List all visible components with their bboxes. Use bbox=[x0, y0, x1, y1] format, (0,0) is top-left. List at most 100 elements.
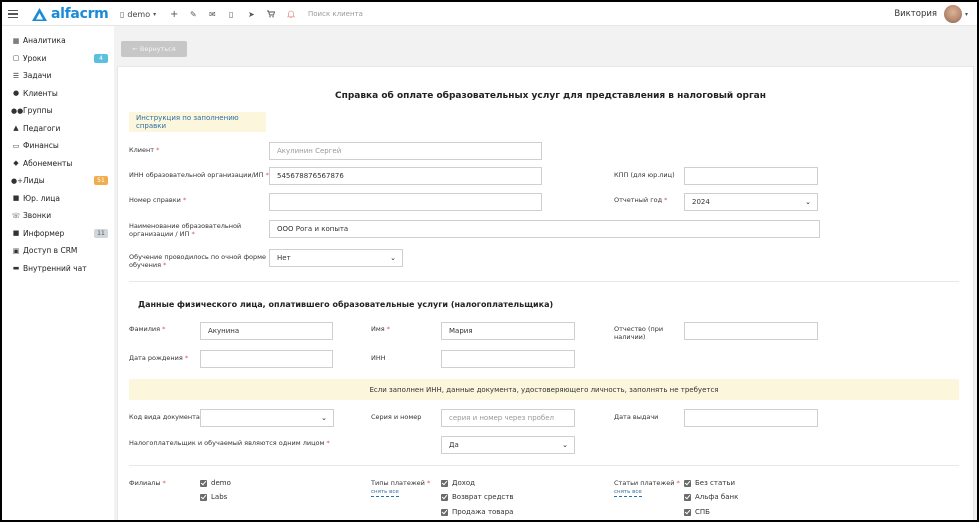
instruction-link[interactable]: Инструкция по заполнению справки bbox=[129, 112, 266, 132]
inn-field[interactable] bbox=[441, 350, 575, 368]
series-label: Серия и номер bbox=[371, 413, 422, 421]
sidebar-item-finance[interactable]: ▭ Финансы bbox=[2, 137, 114, 155]
fulltime-select[interactable]: Нет ⌄ bbox=[269, 249, 403, 267]
certificate-form: Справка об оплате образовательных услуг … bbox=[117, 66, 974, 520]
menu-icon[interactable] bbox=[8, 2, 18, 26]
client-field[interactable]: Акулинин Сергей bbox=[269, 142, 542, 160]
inn-notice: Если заполнен ИНН, данные документа, удо… bbox=[129, 379, 959, 400]
sidebar-item-label: Клиенты bbox=[23, 88, 58, 98]
sidebar-item-label: Задачи bbox=[23, 71, 52, 81]
checkbox-checked-icon bbox=[441, 508, 448, 516]
payment-items-label: Статьи платежей * bbox=[614, 479, 680, 487]
middlename-field[interactable] bbox=[684, 322, 818, 340]
fulltime-value: Нет bbox=[277, 254, 291, 262]
fulltime-label: Обучение проводилось по очной форме обуче… bbox=[129, 253, 267, 269]
informer-icon: ■ bbox=[12, 229, 20, 238]
sidebar-item-crm-access[interactable]: ▣ Доступ в CRM bbox=[2, 242, 114, 260]
sidebar-item-teachers[interactable]: ▲ Педагоги bbox=[2, 120, 114, 138]
sidebar-item-label: Информер bbox=[23, 228, 65, 238]
envelope-icon[interactable]: ✉ bbox=[209, 2, 216, 26]
sidebar-item-subscriptions[interactable]: ◆ Абонементы bbox=[2, 155, 114, 173]
sidebar-item-legal-entities[interactable]: ■ Юр. лица bbox=[2, 190, 114, 208]
sidebar-item-clients[interactable]: ● Клиенты bbox=[2, 85, 114, 103]
sidebar-item-label: Лиды bbox=[23, 176, 45, 186]
user-menu[interactable]: Виктория bbox=[894, 2, 937, 26]
sidebar: ▦ Аналитика ▢ Уроки 4 ☰ Задачи ● Клиенты… bbox=[2, 32, 114, 277]
bell-icon[interactable] bbox=[287, 2, 295, 26]
logo-text: alfacrm bbox=[51, 6, 109, 22]
client-search-input[interactable]: Поиск клиента bbox=[308, 10, 363, 18]
payment-item-checkbox[interactable]: Без статьи bbox=[684, 478, 735, 488]
checkbox-checked-icon bbox=[441, 493, 448, 501]
sidebar-item-informer[interactable]: ■ Информер 11 bbox=[2, 225, 114, 243]
sidebar-item-groups[interactable]: ●● Группы bbox=[2, 102, 114, 120]
sidebar-item-label: Педагоги bbox=[23, 123, 61, 133]
send-icon[interactable]: ➤ bbox=[248, 2, 255, 26]
cert-number-field[interactable] bbox=[269, 193, 542, 211]
branch-name: demo bbox=[127, 9, 151, 19]
graduation-cap-icon: ▲ bbox=[13, 124, 19, 133]
checkbox-checked-icon bbox=[684, 508, 691, 516]
kpp-field[interactable] bbox=[684, 167, 818, 185]
payment-types-label: Типы платежей * bbox=[371, 479, 431, 487]
payment-items-uncheck-all[interactable]: снять все bbox=[614, 489, 642, 497]
add-icon[interactable]: + bbox=[170, 2, 178, 26]
sidebar-item-calls[interactable]: ☏ Звонки bbox=[2, 207, 114, 225]
payment-types-uncheck-all[interactable]: снять все bbox=[371, 489, 399, 497]
inn-org-field[interactable]: 545678876567876 bbox=[269, 167, 542, 185]
kpp-label: КПП (для юр.лиц) bbox=[614, 171, 675, 179]
cert-number-label: Номер справки * bbox=[129, 196, 187, 204]
user-name[interactable]: Виктория bbox=[894, 9, 937, 19]
mobile-icon[interactable]: ▯ bbox=[229, 2, 233, 26]
chevron-down-icon[interactable]: ▾ bbox=[965, 11, 968, 18]
payment-item-checkbox[interactable]: Альфа банк bbox=[684, 492, 738, 502]
sidebar-item-chat[interactable]: ▬ Внутренний чат bbox=[2, 260, 114, 278]
sidebar-item-lessons[interactable]: ▢ Уроки 4 bbox=[2, 50, 114, 68]
firstname-label: Имя * bbox=[371, 325, 391, 333]
sidebar-item-label: Юр. лица bbox=[23, 193, 60, 203]
year-select[interactable]: 2024 ⌄ bbox=[684, 193, 818, 211]
lastname-field[interactable]: Акунина bbox=[200, 322, 333, 340]
sidebar-item-label: Финансы bbox=[23, 141, 59, 151]
lastname-label: Фамилия * bbox=[129, 325, 166, 333]
org-name-label: Наименование образовательной организации … bbox=[129, 222, 242, 238]
org-name-field[interactable]: ООО Рога и копыта bbox=[269, 220, 820, 238]
sidebar-item-analytics[interactable]: ▦ Аналитика bbox=[2, 32, 114, 50]
same-person-select[interactable]: Да ⌄ bbox=[441, 436, 575, 454]
calendar-icon: ▢ bbox=[12, 54, 20, 63]
branch-selector[interactable]: ▯ demo ▾ bbox=[120, 2, 156, 26]
cart-icon[interactable] bbox=[267, 2, 275, 26]
logo[interactable]: alfacrm bbox=[32, 2, 109, 26]
lessons-badge: 4 bbox=[94, 53, 108, 63]
main-content: ← Вернуться Справка об оплате образовате… bbox=[114, 26, 977, 520]
firstname-field[interactable]: Мария bbox=[441, 322, 575, 340]
payment-item-checkbox[interactable]: СПБ bbox=[684, 507, 710, 517]
branch-checkbox-labs[interactable]: Labs bbox=[200, 492, 227, 502]
client-label: Клиент * bbox=[129, 146, 160, 154]
birthdate-field[interactable] bbox=[200, 350, 333, 368]
user-plus-icon: ●+ bbox=[11, 176, 23, 185]
year-value: 2024 bbox=[692, 198, 710, 206]
wrench-icon[interactable]: ✎ bbox=[190, 2, 197, 26]
informer-badge: 11 bbox=[94, 228, 108, 238]
sidebar-item-leads[interactable]: ●+ Лиды 51 bbox=[2, 172, 114, 190]
avatar[interactable] bbox=[944, 5, 962, 23]
payment-type-checkbox[interactable]: Продажа товара bbox=[441, 507, 513, 517]
sidebar-item-label: Внутренний чат bbox=[23, 263, 87, 273]
back-button[interactable]: ← Вернуться bbox=[121, 41, 187, 57]
chevron-down-icon: ⌄ bbox=[562, 441, 568, 449]
branches-label: Филиалы * bbox=[129, 479, 166, 487]
doc-type-select[interactable]: ⌄ bbox=[200, 409, 334, 427]
branch-checkbox-demo[interactable]: demo bbox=[200, 478, 231, 488]
sidebar-item-label: Уроки bbox=[23, 53, 47, 63]
client-search[interactable]: Поиск клиента bbox=[308, 2, 363, 26]
chevron-down-icon: ⌄ bbox=[390, 254, 396, 262]
sidebar-item-tasks[interactable]: ☰ Задачи bbox=[2, 67, 114, 85]
payment-type-checkbox[interactable]: Доход bbox=[441, 478, 475, 488]
issue-date-field[interactable] bbox=[684, 409, 818, 427]
series-field[interactable]: серия и номер через пробел bbox=[441, 409, 575, 427]
payment-type-checkbox[interactable]: Возврат средств bbox=[441, 492, 513, 502]
top-bar: alfacrm ▯ demo ▾ + ✎ ✉ ▯ ➤ Поиск клиента… bbox=[2, 2, 977, 26]
issue-date-label: Дата выдачи bbox=[614, 413, 659, 421]
sidebar-item-label: Аналитика bbox=[23, 36, 66, 46]
